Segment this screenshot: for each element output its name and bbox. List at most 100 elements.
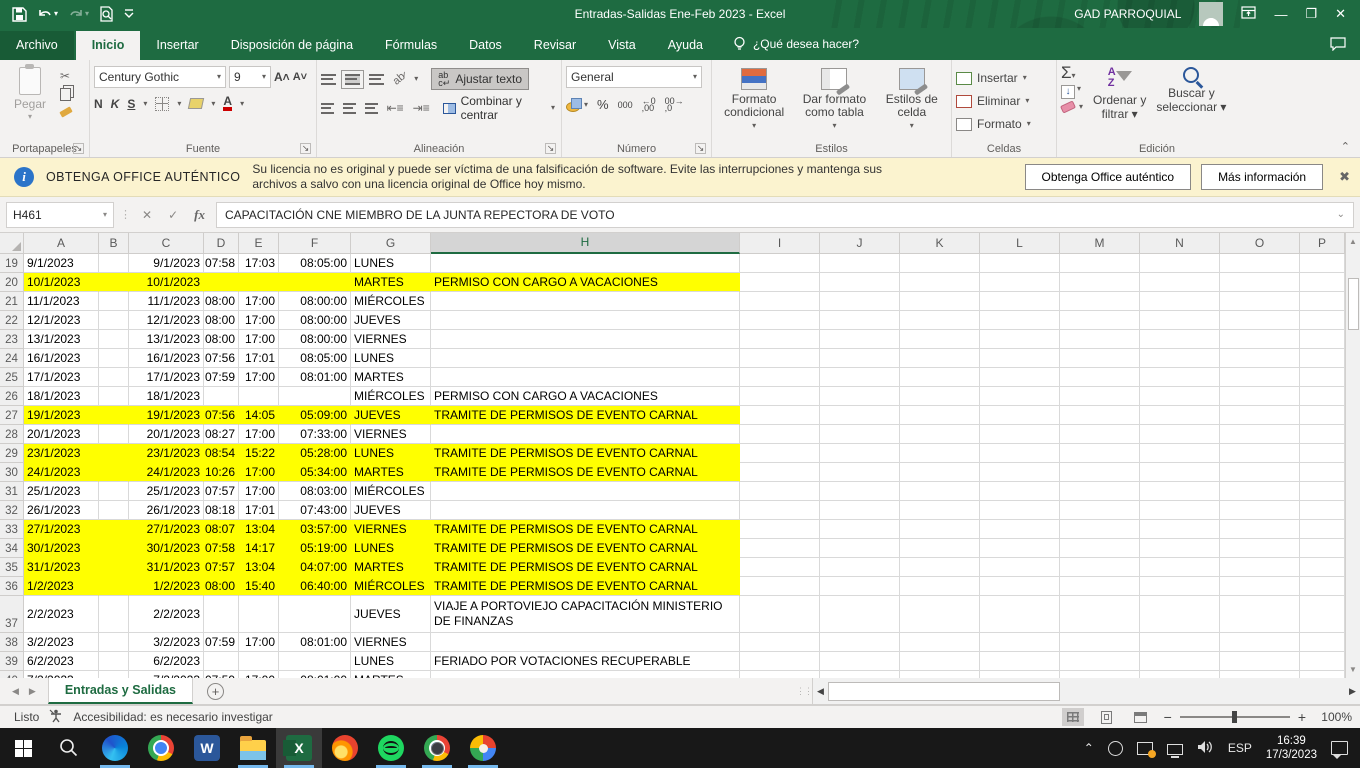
cell-L35[interactable] xyxy=(980,558,1060,577)
cell-O39[interactable] xyxy=(1220,652,1300,671)
cell-J30[interactable] xyxy=(820,463,900,482)
cell-O22[interactable] xyxy=(1220,311,1300,330)
autosum-icon[interactable]: Σ▾ xyxy=(1061,66,1083,81)
vertical-scrollbar[interactable]: ▲ ▼ xyxy=(1345,233,1360,678)
cell-B20[interactable] xyxy=(99,273,129,292)
cell-A33[interactable]: 27/1/2023 xyxy=(24,520,99,539)
accessibility-status[interactable]: Accesibilidad: es necesario investigar xyxy=(73,710,272,724)
cell-K19[interactable] xyxy=(900,254,980,273)
teams-icon[interactable] xyxy=(1108,741,1123,756)
cell-H33[interactable]: TRAMITE DE PERMISOS DE EVENTO CARNAL xyxy=(431,520,740,539)
cell-J38[interactable] xyxy=(820,633,900,652)
grow-font-icon[interactable]: A˄ xyxy=(274,70,290,84)
cell-G36[interactable]: MIÉRCOLES xyxy=(351,577,431,596)
cell-M20[interactable] xyxy=(1060,273,1140,292)
cell-A29[interactable]: 23/1/2023 xyxy=(24,444,99,463)
cell-F31[interactable]: 08:03:00 xyxy=(279,482,351,501)
cell-P35[interactable] xyxy=(1300,558,1345,577)
cell-H37[interactable]: VIAJE A PORTOVIEJO CAPACITACIÓN MINISTER… xyxy=(431,596,740,633)
cell-O34[interactable] xyxy=(1220,539,1300,558)
cell-B35[interactable] xyxy=(99,558,129,577)
fill-color-icon[interactable] xyxy=(188,98,204,109)
cell-B29[interactable] xyxy=(99,444,129,463)
cell-N28[interactable] xyxy=(1140,425,1220,444)
name-box[interactable]: H461▾ xyxy=(6,202,114,228)
row-header-23[interactable]: 23 xyxy=(0,330,24,349)
cell-G38[interactable]: VIERNES xyxy=(351,633,431,652)
cell-N27[interactable] xyxy=(1140,406,1220,425)
align-bottom-icon[interactable] xyxy=(369,74,384,85)
cell-K28[interactable] xyxy=(900,425,980,444)
row-header-29[interactable]: 29 xyxy=(0,444,24,463)
normal-view-icon[interactable] xyxy=(1062,708,1084,726)
cell-D30[interactable]: 10:26 xyxy=(204,463,239,482)
cancel-entry-icon[interactable]: ✕ xyxy=(137,208,157,222)
taskbar-explorer-icon[interactable] xyxy=(230,728,276,768)
cell-F33[interactable]: 03:57:00 xyxy=(279,520,351,539)
row-header-27[interactable]: 27 xyxy=(0,406,24,425)
cell-J23[interactable] xyxy=(820,330,900,349)
cell-K23[interactable] xyxy=(900,330,980,349)
taskbar-word-icon[interactable]: W xyxy=(184,728,230,768)
cell-O20[interactable] xyxy=(1220,273,1300,292)
column-header-M[interactable]: M xyxy=(1060,233,1140,254)
cell-B28[interactable] xyxy=(99,425,129,444)
taskbar-start-icon[interactable] xyxy=(0,728,46,768)
cell-K32[interactable] xyxy=(900,501,980,520)
orientation-icon[interactable]: ab̷ xyxy=(391,70,408,87)
accounting-format-icon[interactable] xyxy=(566,98,581,111)
taskbar-paint-icon[interactable] xyxy=(460,728,506,768)
cell-J22[interactable] xyxy=(820,311,900,330)
cell-N38[interactable] xyxy=(1140,633,1220,652)
cell-G31[interactable]: MIÉRCOLES xyxy=(351,482,431,501)
cell-F35[interactable]: 04:07:00 xyxy=(279,558,351,577)
collapse-ribbon-icon[interactable]: ⌃ xyxy=(1341,140,1350,153)
column-header-C[interactable]: C xyxy=(129,233,204,254)
cell-J28[interactable] xyxy=(820,425,900,444)
cell-O37[interactable] xyxy=(1220,596,1300,633)
cell-M24[interactable] xyxy=(1060,349,1140,368)
cell-N33[interactable] xyxy=(1140,520,1220,539)
copy-icon[interactable] xyxy=(60,88,71,101)
cell-C37[interactable]: 2/2/2023 xyxy=(129,596,204,633)
cell-G29[interactable]: LUNES xyxy=(351,444,431,463)
column-header-A[interactable]: A xyxy=(24,233,99,254)
speaker-icon[interactable] xyxy=(1197,740,1214,757)
taskbar-firefox-icon[interactable] xyxy=(322,728,368,768)
cell-M33[interactable] xyxy=(1060,520,1140,539)
ribbon-tab-inicio[interactable]: Inicio xyxy=(76,31,141,60)
cell-L32[interactable] xyxy=(980,501,1060,520)
cell-D39[interactable] xyxy=(204,652,239,671)
cell-A23[interactable]: 13/1/2023 xyxy=(24,330,99,349)
cell-G21[interactable]: MIÉRCOLES xyxy=(351,292,431,311)
save-button[interactable] xyxy=(12,7,27,22)
cell-L22[interactable] xyxy=(980,311,1060,330)
cell-G23[interactable]: VIERNES xyxy=(351,330,431,349)
cell-I20[interactable] xyxy=(740,273,820,292)
cell-P38[interactable] xyxy=(1300,633,1345,652)
wrap-text-button[interactable]: abc↵Ajustar texto xyxy=(431,68,529,90)
cell-B34[interactable] xyxy=(99,539,129,558)
redo-button[interactable]: ▾ xyxy=(68,7,89,21)
row-header-34[interactable]: 34 xyxy=(0,539,24,558)
align-middle-icon[interactable] xyxy=(345,74,360,85)
cell-K25[interactable] xyxy=(900,368,980,387)
cell-G30[interactable]: MARTES xyxy=(351,463,431,482)
cell-J19[interactable] xyxy=(820,254,900,273)
horizontal-scrollbar[interactable]: ◀ ▶ xyxy=(812,678,1360,704)
zoom-slider-thumb[interactable] xyxy=(1232,711,1237,723)
merge-center-button[interactable]: Combinar y centrar▾ xyxy=(441,97,557,119)
cell-H34[interactable]: TRAMITE DE PERMISOS DE EVENTO CARNAL xyxy=(431,539,740,558)
cell-P22[interactable] xyxy=(1300,311,1345,330)
cell-E31[interactable]: 17:00 xyxy=(239,482,279,501)
cell-D37[interactable] xyxy=(204,596,239,633)
row-header-38[interactable]: 38 xyxy=(0,633,24,652)
cell-E22[interactable]: 17:00 xyxy=(239,311,279,330)
cell-K26[interactable] xyxy=(900,387,980,406)
cell-O19[interactable] xyxy=(1220,254,1300,273)
cell-H21[interactable] xyxy=(431,292,740,311)
page-break-view-icon[interactable] xyxy=(1130,708,1152,726)
row-header-19[interactable]: 19 xyxy=(0,254,24,273)
align-top-icon[interactable] xyxy=(321,74,336,85)
cell-G24[interactable]: LUNES xyxy=(351,349,431,368)
